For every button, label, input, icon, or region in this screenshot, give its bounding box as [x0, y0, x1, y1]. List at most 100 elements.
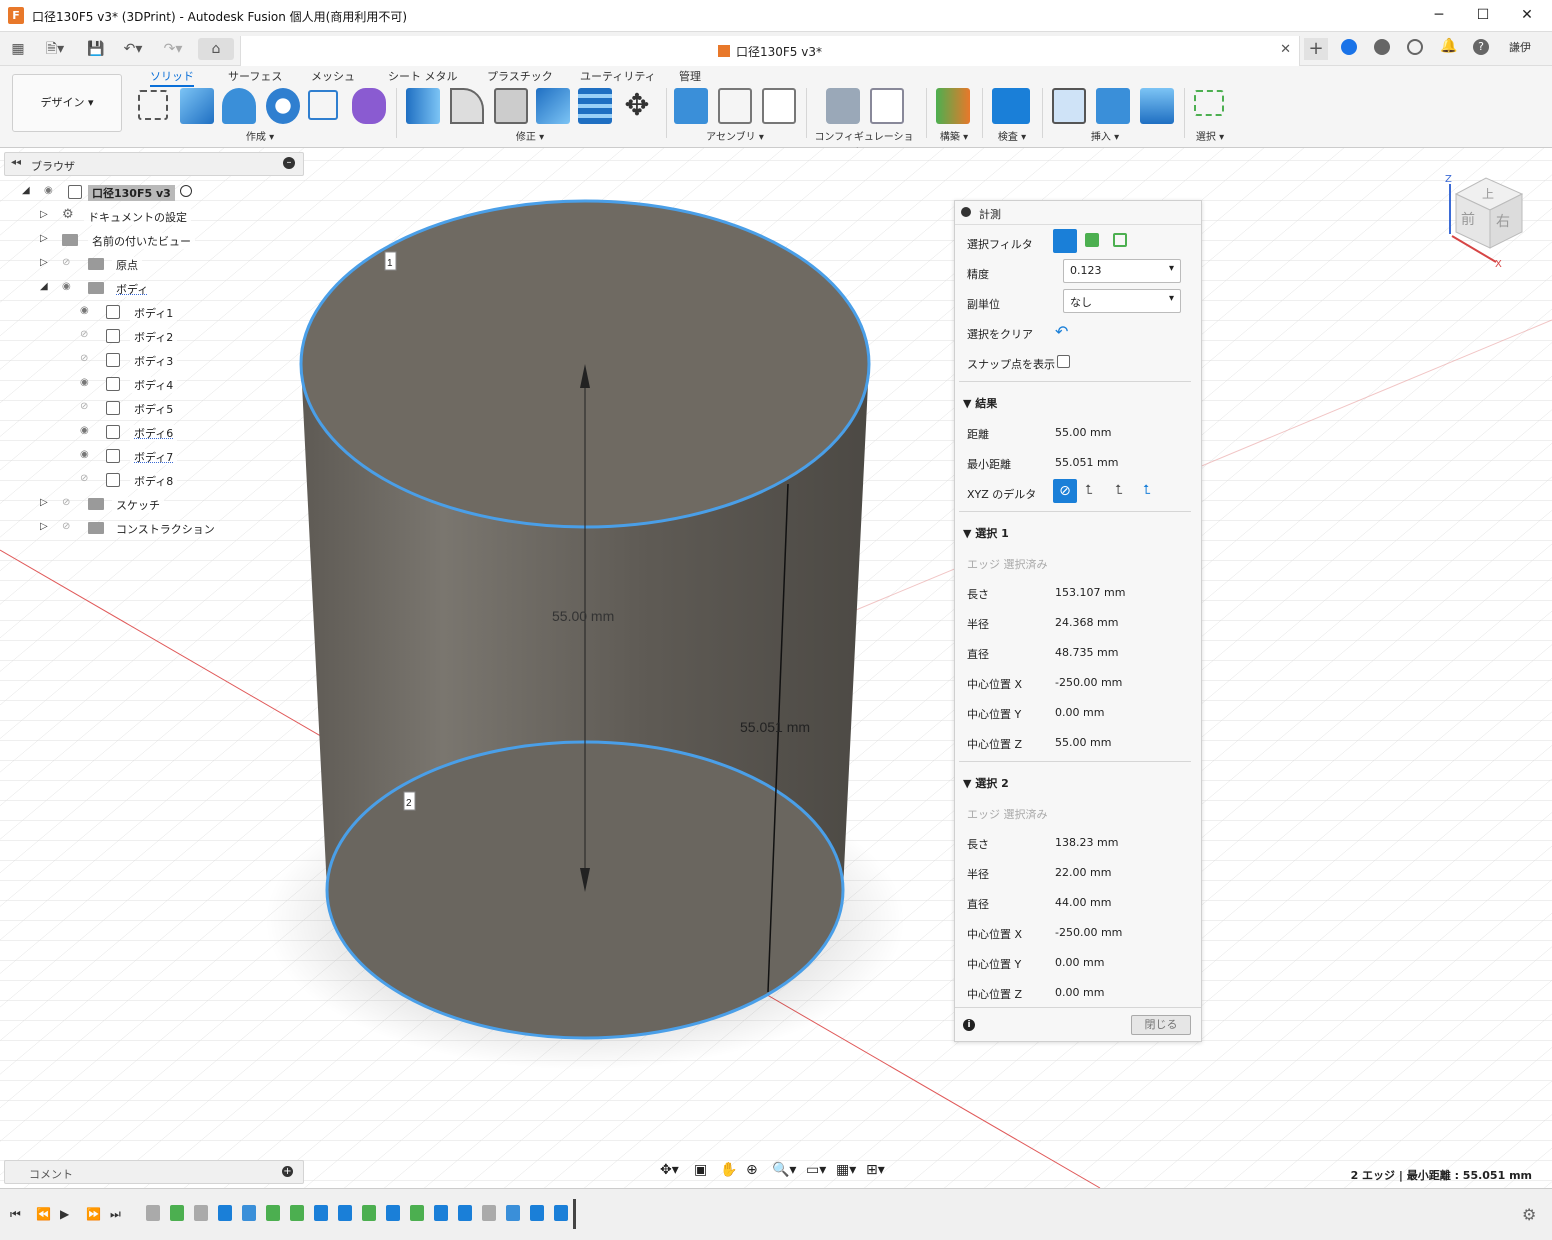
workspace-switcher[interactable]: デザイン ▾ — [12, 74, 122, 132]
add-comment-icon[interactable]: + — [282, 1166, 293, 1177]
bill-of-materials-icon[interactable] — [762, 88, 796, 124]
move-icon[interactable]: ✥ — [620, 88, 654, 124]
tree-item-construction[interactable]: ▷ ⊘ コンストラクション — [4, 516, 304, 540]
new-component-icon[interactable] — [674, 88, 708, 124]
activate-radio-icon[interactable] — [180, 185, 192, 197]
timeline-feature-icon[interactable] — [314, 1205, 328, 1221]
hidden-eye-icon[interactable]: ⊘ — [80, 474, 94, 484]
timeline-feature-icon[interactable] — [242, 1205, 256, 1221]
extensions-icon[interactable] — [1374, 39, 1390, 55]
hidden-eye-icon[interactable]: ⊘ — [62, 522, 76, 532]
filter-body-icon[interactable] — [1053, 229, 1077, 253]
visibility-eye-icon[interactable]: ◉ — [80, 450, 94, 460]
fit-icon[interactable]: 🔍▾ — [772, 1162, 796, 1178]
maximize-icon[interactable]: ☐ — [1466, 4, 1500, 28]
timeline-feature-icon[interactable] — [386, 1205, 400, 1221]
selection1-section-header[interactable]: ▼ 選択 1 — [963, 525, 1009, 541]
tree-item-body[interactable]: ◉ ボディ6 — [4, 420, 304, 444]
joint-icon[interactable] — [718, 88, 752, 124]
visibility-eye-icon[interactable]: ◉ — [62, 282, 76, 292]
close-button[interactable]: 閉じる — [1131, 1015, 1191, 1035]
extrude-icon[interactable] — [180, 88, 214, 124]
grid-settings-icon[interactable]: ▦▾ — [836, 1162, 856, 1178]
document-tab[interactable]: 口径130F5 v3* ✕ — [240, 36, 1300, 66]
filter-face-icon[interactable] — [1085, 233, 1099, 247]
form-icon[interactable] — [352, 88, 386, 124]
tab-plastic[interactable]: プラスチック — [487, 68, 553, 84]
selection2-section-header[interactable]: ▼ 選択 2 — [963, 775, 1009, 791]
create-sketch-icon[interactable] — [138, 90, 168, 120]
insert-canvas-icon[interactable] — [1140, 88, 1174, 124]
pattern-icon[interactable] — [308, 90, 338, 120]
configure-icon[interactable] — [826, 88, 860, 124]
tree-item-body[interactable]: ◉ ボディ4 — [4, 372, 304, 396]
insert-group-label[interactable]: 挿入 ▾ — [1082, 128, 1128, 143]
look-at-icon[interactable]: ▣ — [694, 1162, 707, 1178]
timeline-feature-icon[interactable] — [482, 1205, 496, 1221]
grid-menu-icon[interactable]: ▦ — [8, 38, 28, 60]
tree-item-bodies[interactable]: ◢ ◉ ボディ — [4, 276, 304, 300]
timeline-marker[interactable] — [573, 1199, 576, 1229]
collapse-dialog-icon[interactable] — [961, 207, 971, 217]
file-menu-icon[interactable]: 🗎▾ — [40, 38, 70, 60]
hidden-eye-icon[interactable]: ⊘ — [62, 258, 76, 268]
hole-icon[interactable] — [266, 88, 300, 124]
tree-item-body[interactable]: ⊘ ボディ8 — [4, 468, 304, 492]
expand-triangle-icon[interactable]: ▷ — [40, 257, 48, 268]
tab-manage[interactable]: 管理 — [679, 68, 701, 84]
expand-triangle-icon[interactable]: ▷ — [40, 521, 48, 532]
offset-face-icon[interactable] — [578, 88, 612, 124]
assembly-group-label[interactable]: アセンブリ ▾ — [700, 128, 770, 143]
viewports-icon[interactable]: ⊞▾ — [866, 1162, 885, 1178]
press-pull-icon[interactable] — [406, 88, 440, 124]
user-avatar[interactable]: 謙伊 — [1506, 37, 1534, 59]
upgrade-icon[interactable] — [1341, 39, 1357, 55]
timeline-feature-icon[interactable] — [434, 1205, 448, 1221]
timeline-settings-gear-icon[interactable]: ⚙ — [1522, 1205, 1536, 1224]
insert-mcmaster-icon[interactable] — [1096, 88, 1130, 124]
tab-surface[interactable]: サーフェス — [228, 68, 282, 84]
timeline-feature-icon[interactable] — [146, 1205, 160, 1221]
results-section-header[interactable]: ▼ 結果 — [963, 395, 997, 411]
tab-sheet-metal[interactable]: シート メタル — [388, 68, 458, 84]
tree-root[interactable]: ◢ ◉ 口径130F5 v3 — [4, 180, 304, 204]
zoom-icon[interactable]: ⊕ — [746, 1162, 758, 1178]
measure-header[interactable]: 計測 — [955, 201, 1201, 225]
revolve-icon[interactable] — [222, 88, 256, 124]
home-icon[interactable]: ⌂ — [198, 38, 234, 60]
select-window-icon[interactable] — [1194, 90, 1224, 116]
tree-item-body[interactable]: ⊘ ボディ2 — [4, 324, 304, 348]
delta-x-icon[interactable]: ⮤ — [1085, 483, 1093, 498]
hidden-eye-icon[interactable]: ⊘ — [80, 354, 94, 364]
visibility-eye-icon[interactable]: ◉ — [80, 378, 94, 388]
timeline-feature-icon[interactable] — [290, 1205, 304, 1221]
comments-panel[interactable]: コメント + — [4, 1160, 304, 1184]
timeline-feature-icon[interactable] — [338, 1205, 352, 1221]
expand-triangle-icon[interactable]: ▷ — [40, 209, 48, 220]
tree-item-sketches[interactable]: ▷ ⊘ スケッチ — [4, 492, 304, 516]
insert-derive-icon[interactable] — [1052, 88, 1086, 124]
go-to-end-icon[interactable]: ⏭ — [110, 1207, 121, 1222]
browser-header[interactable]: ◂◂ ブラウザ – — [4, 152, 304, 176]
shell-icon[interactable] — [494, 88, 528, 124]
timeline-feature-icon[interactable] — [506, 1205, 520, 1221]
tree-item-doc-settings[interactable]: ▷ ⚙ ドキュメントの設定 — [4, 204, 304, 228]
timeline-feature-icon[interactable] — [218, 1205, 232, 1221]
timeline-feature-icon[interactable] — [458, 1205, 472, 1221]
expand-triangle-icon[interactable]: ▷ — [40, 497, 48, 508]
pan-icon[interactable]: ✋ — [720, 1162, 737, 1178]
tree-item-body[interactable]: ◉ ボディ7 — [4, 444, 304, 468]
job-status-icon[interactable] — [1407, 39, 1423, 55]
save-icon[interactable]: 💾 — [86, 38, 106, 60]
play-icon[interactable]: ▶ — [60, 1207, 69, 1221]
undo-icon[interactable]: ↶▾ — [118, 38, 148, 60]
tree-item-body[interactable]: ⊘ ボディ3 — [4, 348, 304, 372]
visibility-eye-icon[interactable]: ◉ — [44, 186, 58, 196]
timeline-feature-icon[interactable] — [266, 1205, 280, 1221]
info-icon[interactable]: i — [963, 1019, 975, 1031]
delta-z-icon[interactable]: ⮤ — [1143, 483, 1151, 498]
timeline-feature-icon[interactable] — [194, 1205, 208, 1221]
timeline-feature-icon[interactable] — [530, 1205, 544, 1221]
modify-group-label[interactable]: 修正 ▾ — [500, 128, 560, 143]
measure-icon[interactable] — [992, 88, 1030, 124]
